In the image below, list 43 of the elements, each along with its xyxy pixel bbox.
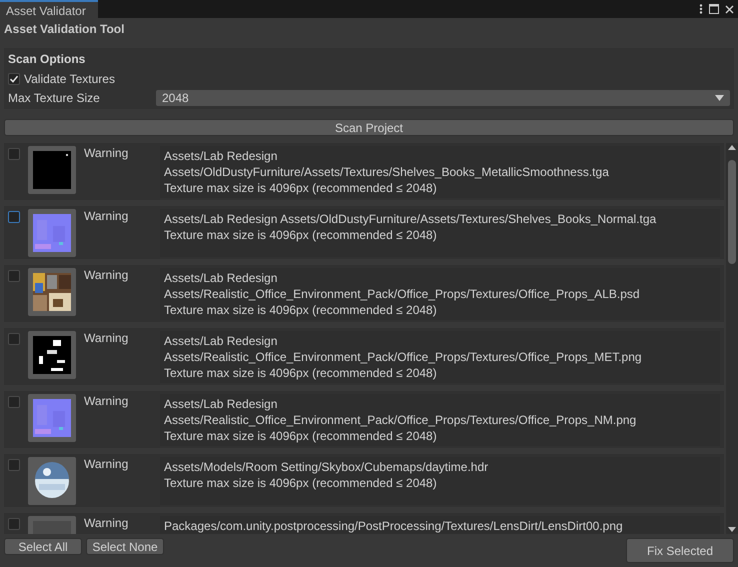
scroll-up-icon[interactable] xyxy=(728,145,736,150)
section-heading: Scan Options xyxy=(8,52,86,68)
checkbox[interactable] xyxy=(8,72,20,84)
message-line: Texture max size is 4096px (recommended ≤ 2048) xyxy=(164,475,438,491)
message-line: Assets/Models/Room Setting/Skybox/Cubemaps/daytime.hdr xyxy=(164,459,490,475)
message-line: Assets/Lab Redesign xyxy=(164,333,278,349)
message-line: Assets/OldDustyFurniture/Assets/Textures/Shelves_Books_MetallicSmoothness.tga xyxy=(164,164,610,180)
scroll-down-icon[interactable] xyxy=(728,527,736,532)
message-line: Assets/Realistic_Office_Environment_Pack/Office_Props/Textures/Office_Props_MET.png xyxy=(164,349,643,365)
size-dropdown[interactable]: 2048 xyxy=(156,90,730,106)
message-line: Texture max size is 4096px (recommended ≤ 2048) xyxy=(164,227,438,243)
fix-selected-button[interactable]: Fix Selected xyxy=(626,538,734,563)
message-line: Texture max size is 4096px (recommended ≤ 2048) xyxy=(164,302,438,318)
checkbox-label: Validate Textures xyxy=(24,72,115,86)
window-tab[interactable]: Asset Validator xyxy=(0,0,98,18)
caret-icon xyxy=(715,94,724,100)
scrollbar[interactable] xyxy=(726,143,738,534)
severity-label: Warning xyxy=(84,146,130,162)
window-title: Asset Validation Tool xyxy=(3,21,126,38)
message-line: Assets/Lab Redesign xyxy=(164,396,278,412)
select-none-button[interactable]: Select None xyxy=(86,538,164,555)
message-line: Assets/Lab Redesign xyxy=(164,148,278,164)
message-line: Assets/Realistic_Office_Environment_Pack/Office_Props/Textures/Office_Props_ALB.psd xyxy=(164,286,641,302)
severity-label: Warning xyxy=(84,457,130,473)
severity-label: Warning xyxy=(84,331,130,347)
select-all-button[interactable]: Select All xyxy=(4,538,82,555)
message-line: Packages/com.unity.postprocessing/PostProcessing/Textures/LensDirt/LensDirt00.png xyxy=(164,518,624,534)
message-line: Assets/Lab Redesign Assets/OldDustyFurniture/Assets/Textures/Shelves_Books_Normal.tga xyxy=(164,211,658,227)
scan-project-button[interactable]: Scan Project xyxy=(4,119,734,136)
close-icon[interactable] xyxy=(725,4,734,14)
severity-label: Warning xyxy=(84,394,130,410)
severity-label: Warning xyxy=(84,268,130,284)
field-label: Max Texture Size xyxy=(8,90,100,104)
more-icon[interactable] xyxy=(699,4,703,14)
message-line: Texture max size is 4096px (recommended ≤ 2048) xyxy=(164,180,438,196)
message-line: Texture max size is 4096px (recommended ≤ 2048) xyxy=(164,365,438,381)
severity-label: Warning xyxy=(84,516,130,532)
severity-label: Warning xyxy=(84,209,130,225)
message-line: Assets/Realistic_Office_Environment_Pack/Office_Props/Textures/Office_Props_NM.png xyxy=(164,412,638,428)
message-line: Texture max size is 4096px (recommended ≤ 2048) xyxy=(164,428,438,444)
maximize-icon[interactable] xyxy=(709,4,719,14)
message-line: Assets/Lab Redesign xyxy=(164,270,278,286)
scrollbar-thumb[interactable] xyxy=(728,160,736,264)
